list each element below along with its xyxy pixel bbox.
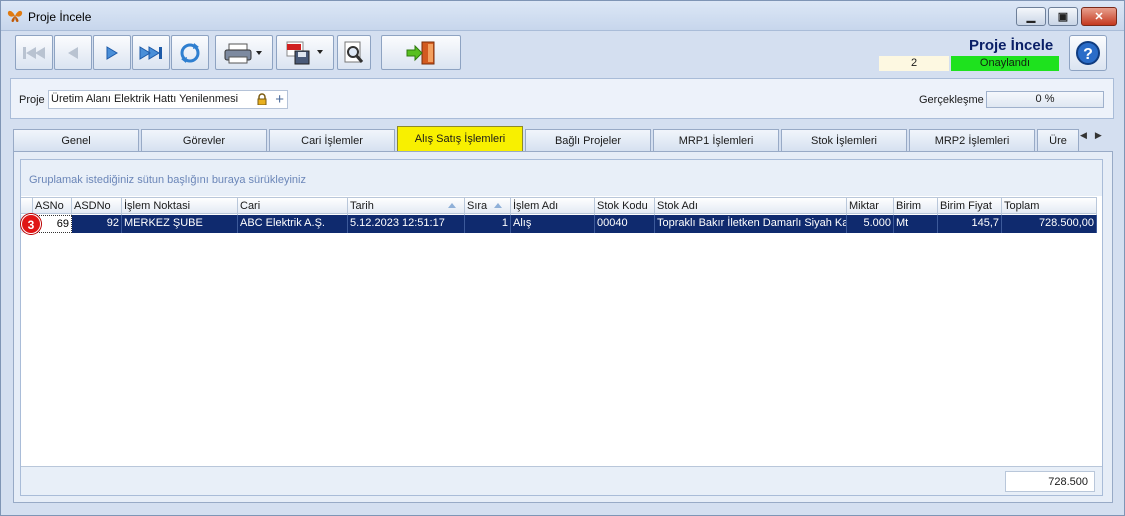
tab-stok-islemleri[interactable]: Stok İşlemleri [781, 129, 907, 151]
lock-icon[interactable] [257, 93, 267, 111]
cell-stok-adi[interactable]: Topraklı Bakır İletken Damarlı Siyah Kab… [655, 215, 847, 233]
cell-cari[interactable]: ABC Elektrik A.Ş. [238, 215, 348, 233]
printer-icon [224, 43, 262, 63]
export-pdf-button[interactable] [276, 35, 334, 70]
tab-genel[interactable]: Genel [13, 129, 139, 151]
project-label: Proje [19, 94, 45, 106]
project-field[interactable]: Üretim Alanı Elektrik Hattı Yenilenmesi … [48, 90, 288, 109]
first-record-icon [23, 46, 45, 59]
window-title: Proje İncele [28, 10, 92, 24]
column-header-miktar[interactable]: Miktar [847, 198, 894, 215]
project-panel: Proje Üretim Alanı Elektrik Hattı Yenile… [10, 78, 1114, 119]
table-row[interactable]: 69 92 MERKEZ ŞUBE ABC Elektrik A.Ş. 5.12… [21, 215, 1097, 233]
tab-content: Gruplamak istediğiniz sütun başlığını bu… [13, 151, 1113, 503]
grid-header: ASNo ASDNo İşlem Noktasi Cari Tarih Sıra… [21, 197, 1097, 215]
maximize-icon: ▣ [1057, 11, 1069, 23]
tab-alis-satis-islemleri[interactable]: Alış Satış İşlemleri [397, 126, 523, 151]
tab-mrp1-islemleri[interactable]: MRP1 İşlemleri [653, 129, 779, 151]
refresh-button[interactable] [171, 35, 209, 70]
help-button[interactable]: ? [1069, 35, 1107, 71]
column-header-stok-kodu[interactable]: Stok Kodu [595, 198, 655, 215]
column-header-stok-adi[interactable]: Stok Adı [655, 198, 847, 215]
print-button[interactable] [215, 35, 273, 70]
refresh-icon [180, 42, 200, 63]
cell-stok-kodu[interactable]: 00040 [595, 215, 655, 233]
data-grid: Gruplamak istediğiniz sütun başlığını bu… [20, 159, 1103, 496]
cell-birim[interactable]: Mt [894, 215, 938, 233]
column-header-islem-adi[interactable]: İşlem Adı [511, 198, 595, 215]
cell-birim-fiyat[interactable]: 145,7 [938, 215, 1002, 233]
app-window: Proje İncele ▁ ▣ ✕ Proje İncele 2 Onayla… [0, 0, 1125, 516]
column-header-tarih-label: Tarih [350, 200, 374, 212]
column-header-sira[interactable]: Sıra [465, 198, 511, 215]
preview-button[interactable] [337, 35, 371, 70]
tab-scroll-arrows[interactable]: ◀▶ [1080, 130, 1110, 141]
tab-gorevler[interactable]: Görevler [141, 129, 267, 151]
group-hint: Gruplamak istediğiniz sütun başlığını bu… [29, 174, 306, 186]
annotation-badge: 3 [21, 214, 41, 234]
tab-overflow[interactable]: Üre [1037, 129, 1079, 151]
first-record-button[interactable] [15, 35, 53, 70]
realization-label: Gerçekleşme [919, 94, 984, 106]
butterfly-icon [7, 10, 23, 22]
pdf-save-icon [286, 41, 323, 64]
minimize-button[interactable]: ▁ [1016, 7, 1046, 26]
footer-total: 728.500 [1005, 471, 1095, 492]
column-header-islem-noktasi[interactable]: İşlem Noktasi [122, 198, 238, 215]
previous-record-button[interactable] [54, 35, 92, 70]
sort-ascending-icon [448, 203, 456, 208]
maximize-button[interactable]: ▣ [1048, 7, 1078, 26]
record-number: 2 [879, 56, 949, 71]
tab-bagli-projeler[interactable]: Bağlı Projeler [525, 129, 651, 151]
sort-ascending-icon [494, 203, 502, 208]
cell-toplam[interactable]: 728.500,00 [1002, 215, 1097, 233]
cell-tarih[interactable]: 5.12.2023 12:51:17 [348, 215, 465, 233]
cell-sira[interactable]: 1 [465, 215, 511, 233]
column-header-cari[interactable]: Cari [238, 198, 348, 215]
svg-text:?: ? [1083, 46, 1093, 63]
next-icon [106, 45, 118, 60]
group-by-panel[interactable]: Gruplamak istediğiniz sütun başlığını bu… [21, 160, 1102, 196]
add-icon[interactable]: + [275, 91, 284, 108]
cell-islem-noktasi[interactable]: MERKEZ ŞUBE [122, 215, 238, 233]
previous-icon [68, 46, 78, 59]
cell-islem-adi[interactable]: Alış [511, 215, 595, 233]
column-header-toplam[interactable]: Toplam [1002, 198, 1097, 215]
next-record-button[interactable] [93, 35, 131, 70]
close-button[interactable]: ✕ [1081, 7, 1117, 26]
exit-button[interactable] [381, 35, 461, 70]
status-badge: Onaylandı [951, 56, 1059, 71]
header-indicator [21, 198, 33, 215]
title-bar: Proje İncele ▁ ▣ ✕ [1, 1, 1124, 31]
help-icon: ? [1076, 41, 1100, 65]
tab-scroll-left-icon[interactable]: ◀ [1080, 130, 1095, 140]
column-header-sira-label: Sıra [467, 200, 488, 212]
close-icon: ✕ [1094, 11, 1104, 23]
column-header-asno[interactable]: ASNo [33, 198, 72, 215]
tab-cari-islemler[interactable]: Cari İşlemler [269, 129, 395, 151]
realization-progress: 0 % [986, 91, 1104, 108]
column-header-tarih[interactable]: Tarih [348, 198, 465, 215]
magnifier-icon [344, 41, 364, 63]
cell-miktar[interactable]: 5.000 [847, 215, 894, 233]
last-record-button[interactable] [132, 35, 170, 70]
exit-door-icon [406, 41, 435, 64]
tab-strip: Genel Görevler Cari İşlemler Alış Satış … [13, 126, 1113, 152]
tab-mrp2-islemleri[interactable]: MRP2 İşlemleri [909, 129, 1035, 151]
minimize-icon: ▁ [1026, 11, 1036, 23]
grid-footer: 728.500 [21, 466, 1102, 495]
column-header-birim-fiyat[interactable]: Birim Fiyat [938, 198, 1002, 215]
project-value: Üretim Alanı Elektrik Hattı Yenilenmesi [51, 93, 239, 105]
cell-asdno[interactable]: 92 [72, 215, 122, 233]
column-header-asdno[interactable]: ASDNo [72, 198, 122, 215]
column-header-birim[interactable]: Birim [894, 198, 938, 215]
last-record-icon [139, 45, 162, 60]
tab-scroll-right-icon[interactable]: ▶ [1095, 130, 1110, 140]
page-title: Proje İncele [969, 37, 1054, 54]
